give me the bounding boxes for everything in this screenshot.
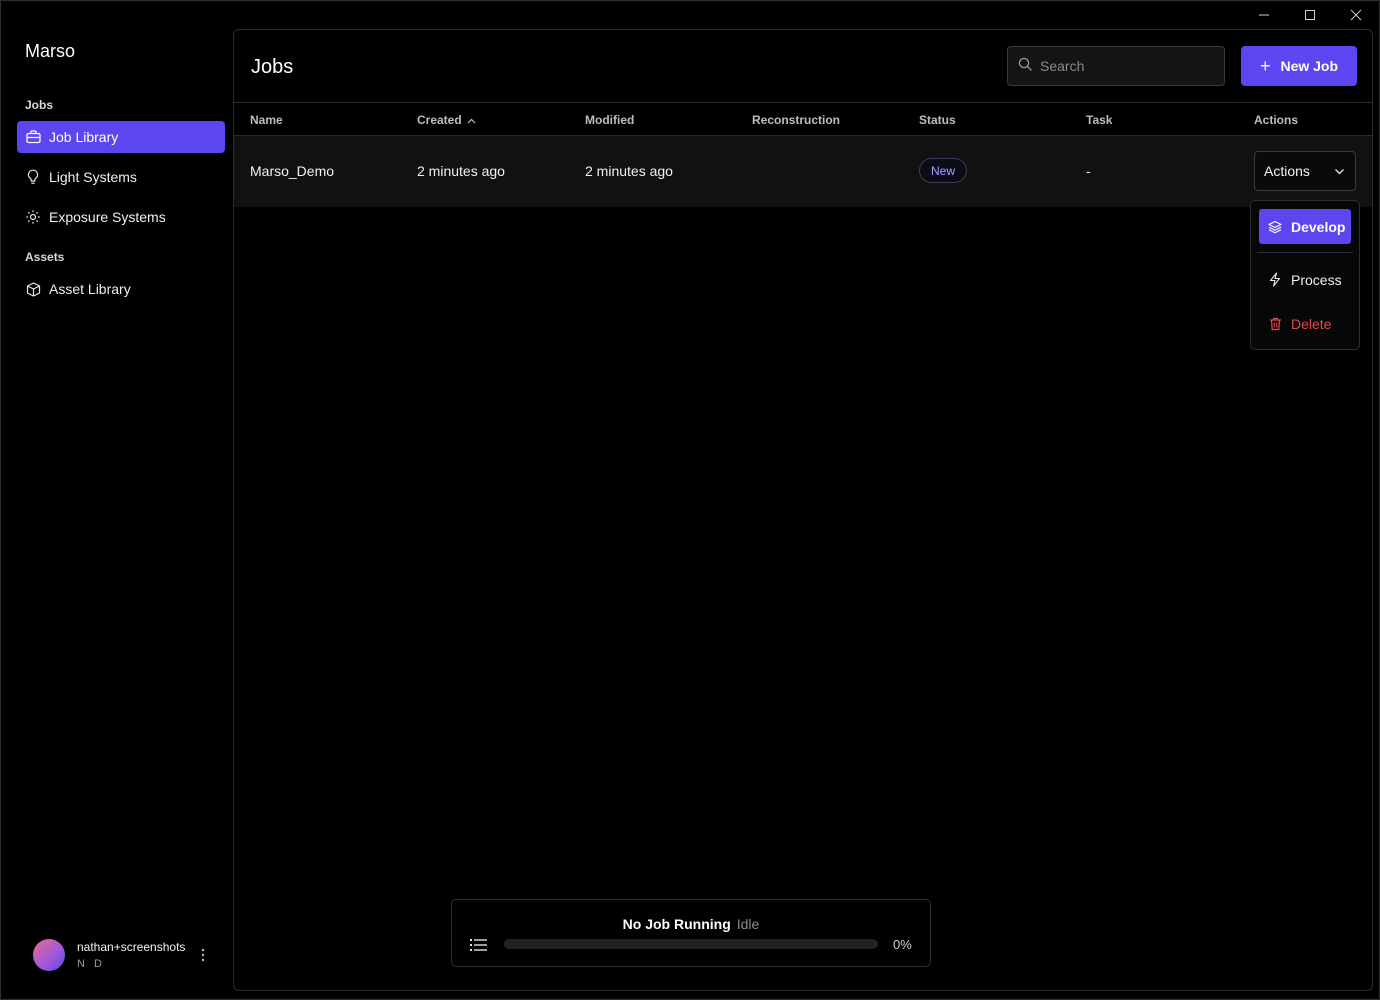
status-badge: New bbox=[919, 158, 968, 183]
trash-icon bbox=[1268, 317, 1282, 331]
sidebar-item-label: Asset Library bbox=[49, 281, 131, 297]
list-icon[interactable] bbox=[470, 938, 488, 952]
menu-item-label: Develop bbox=[1291, 218, 1346, 235]
maximize-icon[interactable] bbox=[1287, 1, 1333, 29]
app-window: Marso Jobs Job Library Light Systems Exp… bbox=[0, 0, 1380, 1000]
menu-item-label: Process bbox=[1291, 271, 1342, 288]
menu-item-develop[interactable]: Develop bbox=[1259, 209, 1351, 244]
job-status-text: No Job Running bbox=[622, 916, 731, 932]
column-header-created[interactable]: Created bbox=[417, 113, 476, 127]
sort-ascending-icon bbox=[467, 113, 476, 127]
close-icon[interactable] bbox=[1333, 1, 1379, 29]
actions-dropdown-button[interactable]: Actions bbox=[1254, 151, 1356, 191]
actions-label: Actions bbox=[1264, 163, 1310, 179]
layers-icon bbox=[1268, 220, 1282, 234]
column-header-name[interactable]: Name bbox=[250, 113, 283, 127]
column-header-actions: Actions bbox=[1254, 113, 1299, 127]
sidebar: Marso Jobs Job Library Light Systems Exp… bbox=[1, 1, 233, 1000]
more-vertical-icon[interactable] bbox=[197, 945, 209, 965]
column-header-reconstruction[interactable]: Reconstruction bbox=[752, 113, 840, 127]
sidebar-item-light-systems[interactable]: Light Systems bbox=[17, 161, 225, 193]
cell-created: 2 minutes ago bbox=[417, 163, 505, 179]
minimize-icon[interactable] bbox=[1241, 1, 1287, 29]
sidebar-item-exposure-systems[interactable]: Exposure Systems bbox=[17, 201, 225, 233]
search-icon bbox=[1018, 57, 1032, 76]
job-state-text: Idle bbox=[736, 916, 760, 932]
sidebar-item-label: Exposure Systems bbox=[49, 209, 166, 225]
page-title: Jobs bbox=[251, 56, 294, 78]
briefcase-icon bbox=[25, 129, 41, 145]
box-icon bbox=[25, 281, 41, 297]
job-status-title: No Job Running Idle bbox=[452, 916, 930, 932]
lightning-icon bbox=[1268, 272, 1282, 287]
menu-item-process[interactable]: Process bbox=[1259, 262, 1351, 297]
job-status-panel: No Job Running Idle 0% bbox=[451, 899, 931, 967]
app-name: Marso bbox=[25, 41, 76, 61]
section-label-jobs: Jobs bbox=[25, 98, 54, 112]
section-label-assets: Assets bbox=[25, 250, 65, 264]
column-header-task[interactable]: Task bbox=[1086, 113, 1112, 127]
menu-item-label: Delete bbox=[1291, 315, 1332, 332]
table-row[interactable]: Marso_Demo 2 minutes ago 2 minutes ago N… bbox=[234, 136, 1372, 207]
avatar bbox=[33, 939, 65, 971]
search-input[interactable] bbox=[1040, 58, 1210, 74]
lightbulb-icon bbox=[25, 169, 41, 185]
sidebar-item-label: Job Library bbox=[49, 129, 119, 145]
new-job-label: New Job bbox=[1280, 58, 1339, 74]
new-job-button[interactable]: + New Job bbox=[1241, 46, 1357, 86]
column-header-status[interactable]: Status bbox=[919, 113, 956, 127]
chevron-down-icon bbox=[1334, 164, 1345, 180]
sidebar-item-asset-library[interactable]: Asset Library bbox=[17, 273, 225, 305]
column-header-modified[interactable]: Modified bbox=[585, 113, 634, 127]
job-progress-bar bbox=[504, 939, 878, 949]
sun-icon bbox=[25, 209, 41, 225]
cell-task: - bbox=[1086, 163, 1091, 179]
search-box[interactable] bbox=[1007, 46, 1225, 86]
user-initials: N D bbox=[77, 958, 105, 970]
job-progress-percent: 0% bbox=[893, 937, 912, 952]
menu-item-delete[interactable]: Delete bbox=[1259, 306, 1351, 341]
user-name: nathan+screenshots bbox=[77, 940, 186, 954]
cell-name: Marso_Demo bbox=[250, 163, 335, 179]
actions-menu: Develop Process Delete bbox=[1250, 200, 1360, 350]
main-panel: Jobs + New Job Name Created Modified Rec… bbox=[233, 29, 1373, 991]
window-controls bbox=[1241, 1, 1379, 29]
cell-modified: 2 minutes ago bbox=[585, 163, 673, 179]
plus-icon: + bbox=[1259, 56, 1271, 76]
sidebar-item-label: Light Systems bbox=[49, 169, 137, 185]
table-header: Name Created Modified Reconstruction Sta… bbox=[234, 102, 1372, 136]
column-header-label: Created bbox=[417, 113, 462, 127]
user-profile[interactable]: nathan+screenshots N D bbox=[33, 939, 185, 971]
sidebar-item-job-library[interactable]: Job Library bbox=[17, 121, 225, 153]
menu-divider bbox=[1257, 252, 1353, 253]
